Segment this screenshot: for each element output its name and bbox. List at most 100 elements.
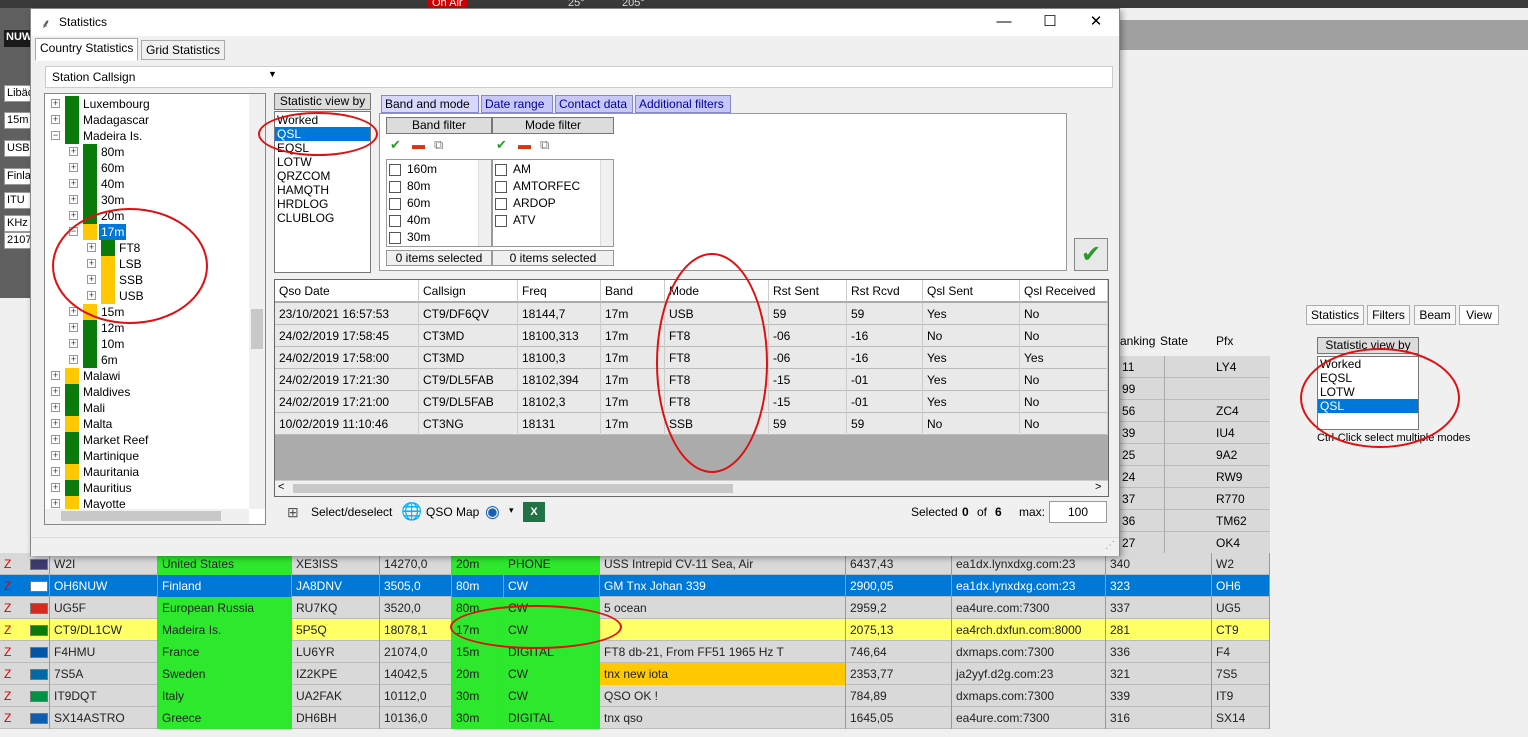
mode-copy-icon[interactable]: ⧉ (540, 138, 549, 152)
grid-column-header[interactable]: Freq (518, 280, 601, 302)
filter-tab[interactable]: Band and mode (381, 95, 479, 113)
checkbox[interactable] (389, 164, 401, 176)
dx-spot-row[interactable]: Z UG5F European Russia RU7KQ 3520,0 80m CW 5 oc… (0, 597, 1270, 619)
tree-node[interactable]: +10m (69, 336, 265, 352)
tree-node-label[interactable]: Maldives (83, 384, 130, 400)
tree-node[interactable]: +30m (69, 192, 265, 208)
qso-map-button[interactable]: QSO Map (426, 505, 479, 519)
band-filter-list[interactable]: 160m 80m 60m 40m 30m (386, 159, 492, 247)
check-all-icon[interactable]: ✔ (390, 138, 401, 152)
band-item[interactable]: 80m (389, 178, 479, 195)
stat-view-option[interactable]: QRZCOM (275, 169, 370, 183)
mode-item[interactable]: ATV (495, 212, 585, 229)
right-tab-button[interactable]: Statistics (1306, 305, 1364, 325)
tree-hscroll-thumb[interactable] (61, 511, 221, 521)
chevron-down-icon[interactable]: ▼ (268, 69, 277, 79)
tree-node[interactable]: + Malta (51, 416, 251, 432)
list-scrollbar[interactable] (600, 160, 613, 246)
expand-toggle-icon[interactable]: + (51, 115, 60, 124)
stat-view-option[interactable]: HRDLOG (275, 197, 370, 211)
tab-country-statistics[interactable]: Country Statistics (35, 38, 139, 61)
tree-node-label[interactable]: 60m (101, 160, 124, 176)
globe-icon[interactable]: 🌐 (401, 502, 422, 522)
expand-toggle-icon[interactable]: + (51, 419, 60, 428)
tree-node-label[interactable]: Mauritania (83, 464, 139, 480)
tree-node[interactable]: + Martinique (51, 448, 251, 464)
maximize-button[interactable]: ☐ (1027, 9, 1073, 36)
expand-toggle-icon[interactable]: + (51, 99, 60, 108)
checkbox[interactable] (495, 215, 507, 227)
expand-toggle-icon[interactable]: + (69, 147, 78, 156)
filter-tab[interactable]: Date range (481, 95, 553, 113)
stat-view-option[interactable]: LOTW (275, 155, 370, 169)
expand-toggle-icon[interactable]: + (51, 435, 60, 444)
grid-column-header[interactable]: Callsign (419, 280, 518, 302)
grid-horizontal-scrollbar[interactable]: < > (275, 480, 1108, 496)
stat-view-option[interactable]: HAMQTH (275, 183, 370, 197)
filter-tab[interactable]: Contact data (555, 95, 633, 113)
expand-toggle-icon[interactable]: + (51, 483, 60, 492)
checkbox[interactable] (495, 198, 507, 210)
tree-node[interactable]: +80m (69, 144, 265, 160)
checkbox[interactable] (389, 181, 401, 193)
tree-node-label[interactable]: Mali (83, 400, 105, 416)
tree-node[interactable]: + Madagascar (51, 112, 251, 128)
checkbox[interactable] (495, 164, 507, 176)
expand-toggle-icon[interactable]: + (69, 211, 78, 220)
expand-toggle-icon[interactable]: + (51, 451, 60, 460)
tree-node-label[interactable]: 80m (101, 144, 124, 160)
tree-vertical-scrollbar[interactable] (249, 94, 265, 509)
dx-spot-row[interactable]: Z SX14ASTRO Greece DH6BH 10136,0 30m DIGITAL tn… (0, 707, 1270, 729)
tree-node[interactable]: − Madeira Is. (51, 128, 251, 144)
select-deselect-button[interactable]: Select/deselect (311, 505, 392, 519)
tree-node[interactable]: + Maldives (51, 384, 251, 400)
dx-spot-row[interactable]: Z F4HMU France LU6YR 21074,0 15m DIGITAL FT8 db… (0, 641, 1270, 663)
tree-node[interactable]: + Luxembourg (51, 96, 251, 112)
close-button[interactable]: ✕ (1073, 9, 1119, 36)
tree-node[interactable]: + Malawi (51, 368, 251, 384)
tree-node[interactable]: + Mali (51, 400, 251, 416)
expand-toggle-icon[interactable]: + (51, 467, 60, 476)
select-grid-icon[interactable]: ⊞ (287, 504, 299, 521)
grid-column-header[interactable]: Qsl Received (1020, 280, 1108, 302)
uncheck-all-icon[interactable]: ▬ (412, 138, 425, 152)
tree-node[interactable]: + Market Reef (51, 432, 251, 448)
tree-node-label[interactable]: Malta (83, 416, 112, 432)
tree-node[interactable]: +12m (69, 320, 265, 336)
grid-column-header[interactable]: Qso Date (275, 280, 419, 302)
grid-column-header[interactable]: Qsl Sent (923, 280, 1020, 302)
tree-node-label[interactable]: Mauritius (83, 480, 132, 496)
expand-toggle-icon[interactable]: + (69, 163, 78, 172)
tree-node-label[interactable]: Luxembourg (83, 96, 150, 112)
tree-node-label[interactable]: Madagascar (83, 112, 149, 128)
tree-node-label[interactable]: 6m (101, 352, 118, 368)
tree-node[interactable]: + Mauritania (51, 464, 251, 480)
expand-toggle-icon[interactable]: + (51, 499, 60, 508)
right-tab-button[interactable]: Beam (1414, 305, 1456, 325)
right-tab-button[interactable]: View (1459, 305, 1499, 325)
grid-column-header[interactable]: Rst Rcvd (847, 280, 923, 302)
expand-toggle-icon[interactable]: + (51, 371, 60, 380)
minimize-button[interactable]: — (981, 9, 1027, 36)
band-item[interactable]: 30m (389, 229, 479, 246)
checkbox[interactable] (389, 198, 401, 210)
mode-uncheck-all-icon[interactable]: ▬ (518, 138, 531, 152)
scroll-left-icon[interactable]: < (278, 481, 284, 493)
dx-spot-row[interactable]: Z OH6NUW Finland JA8DNV 3505,0 80m CW GM Tnx Jo… (0, 575, 1270, 597)
tree-node-label[interactable]: Malawi (83, 368, 120, 384)
checkbox[interactable] (495, 181, 507, 193)
mode-item[interactable]: AMTORFEC (495, 178, 585, 195)
tree-horizontal-scrollbar[interactable] (45, 509, 249, 524)
apply-check-button[interactable]: ✔ (1074, 238, 1108, 271)
tab-grid-statistics[interactable]: Grid Statistics (141, 40, 226, 60)
google-earth-icon[interactable]: ◉ (485, 502, 500, 522)
tree-node[interactable]: +60m (69, 160, 265, 176)
expand-toggle-icon[interactable]: + (69, 179, 78, 188)
checkbox[interactable] (389, 232, 401, 244)
expand-toggle-icon[interactable]: + (69, 355, 78, 364)
mode-filter-list[interactable]: AM AMTORFEC ARDOP ATV (492, 159, 614, 247)
expand-toggle-icon[interactable]: + (51, 403, 60, 412)
right-tab-button[interactable]: Filters (1367, 305, 1410, 325)
filter-tab[interactable]: Additional filters (635, 95, 731, 113)
band-item[interactable]: 40m (389, 212, 479, 229)
